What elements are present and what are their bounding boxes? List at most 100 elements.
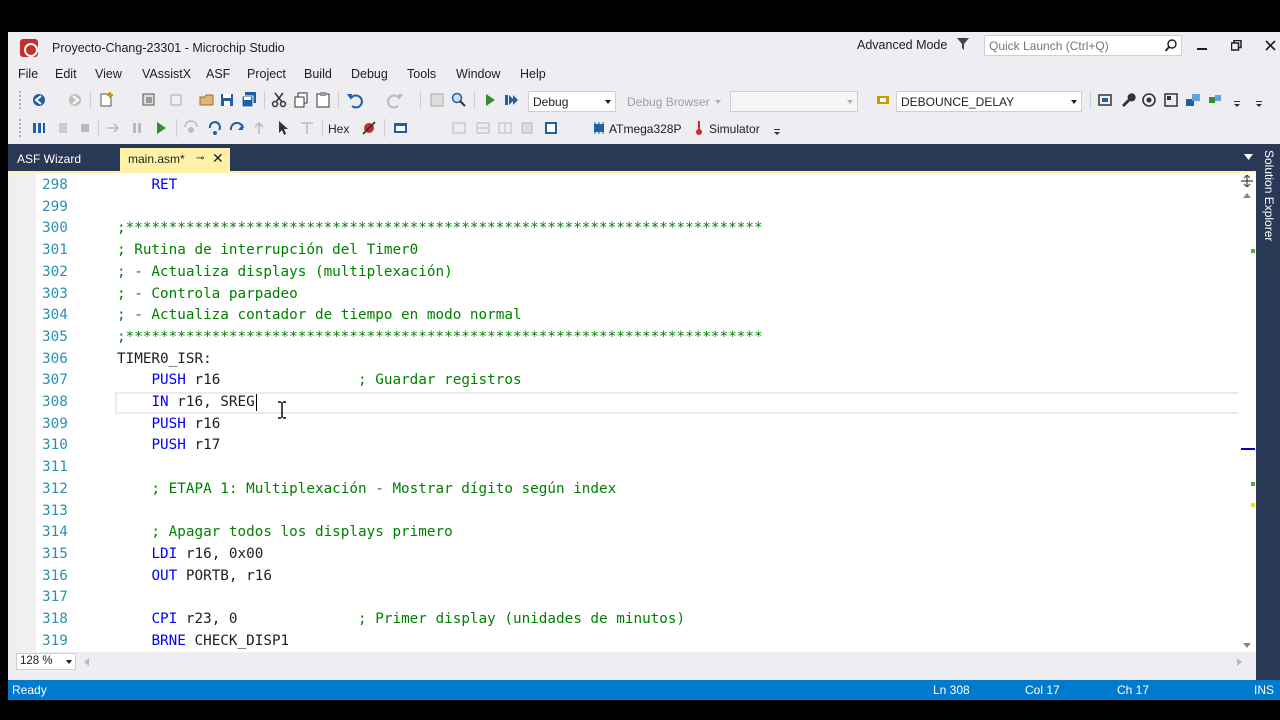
code-text[interactable]: ; - Actualiza displays (multiplexación) (117, 262, 453, 284)
menu-view[interactable]: View (95, 67, 122, 81)
code-text[interactable]: CPI r23, 0 ; Primer display (unidades de… (117, 609, 685, 631)
continue-icon[interactable] (152, 119, 170, 137)
step-over-disabled-icon[interactable] (182, 119, 200, 137)
pause-icon[interactable] (128, 119, 146, 137)
code-area[interactable]: 298 RET 299 300 ;**************************… (36, 173, 1243, 652)
code-line[interactable]: 310 PUSH r17 (36, 435, 1236, 457)
device-chip-icon[interactable] (590, 119, 608, 137)
device-programming-icon[interactable] (1096, 91, 1114, 109)
tab-asf-wizard[interactable]: ASF Wizard (8, 148, 90, 171)
code-line[interactable]: 319 BRNE CHECK_DISP1 (36, 631, 1236, 652)
menu-tools[interactable]: Tools (407, 67, 436, 81)
code-line[interactable]: 317 (36, 587, 1236, 609)
debug-browser-select[interactable]: Debug Browser (622, 91, 726, 112)
goto-symbol-icon[interactable] (874, 91, 892, 109)
code-line[interactable]: 311 (36, 457, 1236, 479)
code-text[interactable]: ; - Controla parpadeo (117, 284, 298, 306)
zoom-find-icon[interactable] (450, 91, 468, 109)
toolbar-grip[interactable] (18, 118, 22, 138)
code-line[interactable]: 314 ; Apagar todos los displays primero (36, 522, 1236, 544)
tab-main-asm[interactable]: main.asm* ⊸ ✕ (120, 148, 230, 171)
toolbar-grip[interactable] (18, 90, 22, 110)
disabled-tool-icon[interactable] (54, 119, 72, 137)
code-line[interactable]: 309 PUSH r16 (36, 414, 1236, 436)
code-text[interactable]: ; ETAPA 1: Multiplexación - Mostrar dígi… (117, 479, 616, 501)
disassembly-icon[interactable] (542, 119, 560, 137)
code-text[interactable]: BRNE CHECK_DISP1 (117, 631, 289, 652)
microchip-studio-logo-icon[interactable] (20, 39, 38, 57)
registers-view-icon[interactable] (474, 119, 492, 137)
filter-icon[interactable] (957, 38, 969, 50)
code-line[interactable]: 303 ; - Controla parpadeo (36, 284, 1236, 306)
solution-view-icon[interactable] (1162, 91, 1180, 109)
add-item-icon[interactable] (140, 91, 158, 109)
code-line[interactable]: 300 ;************************************… (36, 218, 1236, 240)
menu-build[interactable]: Build (304, 67, 332, 81)
toolbar-overflow-icon[interactable] (1252, 91, 1270, 109)
windows-menu-icon[interactable] (392, 119, 410, 137)
navigate-back-icon[interactable] (30, 91, 48, 109)
find-in-files-icon[interactable] (428, 91, 446, 109)
memory-view-icon[interactable] (450, 119, 468, 137)
debug-target-icon[interactable] (1140, 91, 1158, 109)
menu-help[interactable]: Help (520, 67, 546, 81)
extension-icon[interactable] (1184, 91, 1202, 109)
add-reference-icon[interactable] (168, 91, 186, 109)
save-all-icon[interactable] (240, 91, 258, 109)
code-line[interactable]: 313 (36, 501, 1236, 523)
code-text[interactable]: OUT PORTB, r16 (117, 566, 272, 588)
device-label[interactable]: ATmega328P (609, 122, 682, 136)
quick-launch-input[interactable] (985, 36, 1155, 55)
code-text[interactable]: ;***************************************… (117, 218, 763, 240)
code-text[interactable]: LDI r16, 0x00 (117, 544, 263, 566)
code-line[interactable]: 316 OUT PORTB, r16 (36, 566, 1236, 588)
cut-icon[interactable] (270, 91, 288, 109)
search-icon[interactable] (1165, 39, 1177, 52)
code-line[interactable]: 301 ; Rutina de interrupción del Timer0 (36, 240, 1236, 262)
code-line[interactable]: 304 ; - Actualiza contador de tiempo en m… (36, 305, 1236, 327)
menu-file[interactable]: File (18, 67, 38, 81)
horizontal-scrollbar[interactable] (84, 655, 1242, 669)
stop-debugging-icon[interactable] (76, 119, 94, 137)
scroll-down-arrow[interactable] (1243, 643, 1251, 648)
code-text[interactable]: ; Apagar todos los displays primero (117, 522, 452, 544)
code-line[interactable]: 299 (36, 197, 1236, 219)
paste-icon[interactable] (314, 91, 332, 109)
step-over-icon[interactable] (228, 119, 246, 137)
menu-edit[interactable]: Edit (55, 67, 77, 81)
close-window-button[interactable] (1258, 36, 1280, 58)
code-text[interactable]: ;***************************************… (117, 327, 763, 349)
code-text[interactable]: TIMER0_ISR: (117, 349, 212, 371)
plugin-icon[interactable] (1206, 91, 1224, 109)
menu-vassistx[interactable]: VAssistX (142, 67, 191, 81)
solution-explorer-tab[interactable]: Solution Explorer (1262, 150, 1276, 241)
quick-launch-box[interactable] (984, 35, 1182, 56)
code-line[interactable]: 305 ;************************************… (36, 327, 1236, 349)
toolbar-overflow-icon[interactable] (770, 119, 788, 137)
menu-project[interactable]: Project (247, 67, 286, 81)
code-text[interactable]: RET (117, 175, 177, 197)
show-next-statement-icon[interactable] (104, 119, 122, 137)
code-line[interactable]: 318 CPI r23, 0 ; Primer display (unidade… (36, 609, 1236, 631)
redo-icon[interactable] (386, 91, 404, 109)
pointer-icon[interactable] (274, 119, 292, 137)
toolbar-overflow-icon[interactable] (1230, 91, 1248, 109)
run-to-cursor-icon[interactable] (298, 119, 316, 137)
code-line[interactable]: 312 ; ETAPA 1: Multiplexación - Mostrar … (36, 479, 1236, 501)
code-text[interactable]: PUSH r16 ; Guardar registros (117, 370, 521, 392)
start-debugging-icon[interactable] (481, 91, 499, 109)
menu-asf[interactable]: ASF (206, 67, 230, 81)
scroll-up-arrow[interactable] (1243, 193, 1251, 198)
code-line[interactable]: 315 LDI r16, 0x00 (36, 544, 1236, 566)
open-file-icon[interactable] (198, 91, 216, 109)
code-text[interactable]: PUSH r17 (117, 435, 220, 457)
close-tab-icon[interactable]: ✕ (212, 150, 224, 167)
scroll-left-arrow[interactable] (84, 658, 89, 666)
break-all-icon[interactable] (30, 119, 48, 137)
code-line[interactable]: 302 ; - Actualiza displays (multiplexació… (36, 262, 1236, 284)
platform-select[interactable] (730, 91, 858, 112)
io-view-icon[interactable] (496, 119, 514, 137)
minimize-button[interactable] (1190, 36, 1214, 58)
disable-breakpoints-icon[interactable] (360, 119, 378, 137)
split-window-icon[interactable] (1241, 175, 1253, 187)
